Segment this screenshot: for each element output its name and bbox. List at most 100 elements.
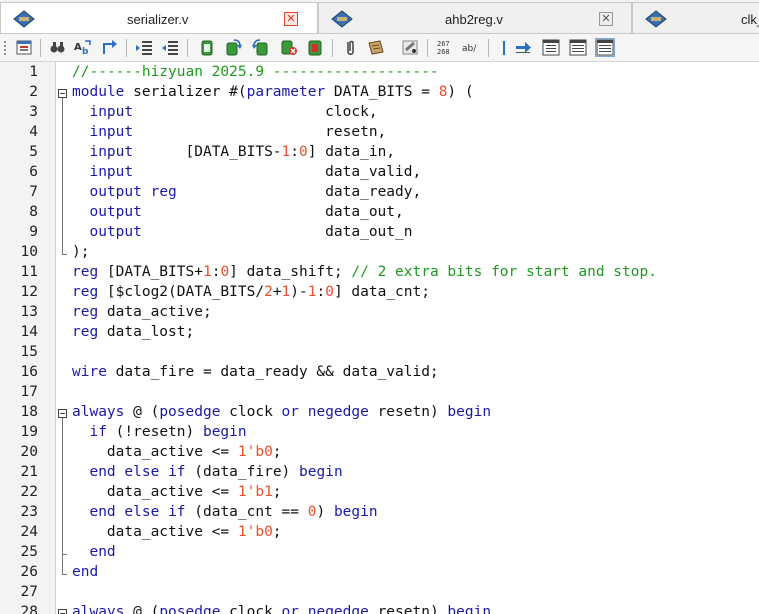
list-view-button[interactable] [568,38,588,57]
scroll-icon [368,40,384,55]
cut-button[interactable] [251,38,271,57]
arrow-right-button[interactable] [514,38,534,57]
code-editor[interactable]: 1 2 3 4 5 6 7 8 9 10 11 12 13 14 15 16 17 18 19 20 21 22 23 24 2… [0,62,759,614]
line-number: 19 [20,424,38,440]
delete-icon [281,40,297,55]
replace-button[interactable]: Ab [73,38,93,57]
code-token: 0 [299,144,308,160]
indent-button[interactable] [134,38,154,57]
code-token: + [272,284,282,300]
fold-toggle-icon[interactable] [58,89,67,98]
code-line[interactable]: reg [DATA_BITS+1:0] data_shift; // 2 ext… [72,264,657,280]
delete-button[interactable] [279,38,299,57]
code-line[interactable]: input [DATA_BITS-1:0] data_in, [72,144,395,160]
code-token: data_fire = data_ready && data_valid; [106,364,439,380]
line-number: 26 [20,564,38,580]
code-line[interactable]: end [72,564,98,580]
line-number: 2 [29,84,38,100]
code-token: reg [72,324,99,340]
code-line[interactable]: end [72,544,115,560]
svg-text:268: 268 [437,48,450,56]
fold-toggle-icon[interactable] [58,409,67,418]
code-token: ] data_in, [307,144,396,160]
find-icon [50,42,65,53]
code-line[interactable]: if (!resetn) begin [72,424,246,440]
code-line[interactable]: always @ (posedge clock or negedge reset… [72,404,491,420]
attach-button[interactable] [340,38,360,57]
hex-button[interactable]: 267 268 [435,38,455,57]
code-token: ] data_cnt; [333,284,430,300]
code-line[interactable]: end else if (data_fire) begin [72,464,343,480]
tab-serializer[interactable]: serializer.v ✕ [0,2,318,33]
new-file-button[interactable] [14,38,34,57]
code-line[interactable]: input data_valid, [72,164,421,180]
code-line[interactable]: reg data_active; [72,304,212,320]
fold-toggle-icon[interactable] [58,609,67,614]
line-number: 7 [29,184,38,200]
paste-button[interactable] [223,38,243,57]
line-button[interactable] [494,38,514,57]
code-token: clock [220,404,282,420]
code-token: data_active <= [72,484,238,500]
code-token: (data_cnt == [185,504,308,520]
clipboard-button[interactable] [305,38,325,57]
code-line[interactable]: data_active <= 1'b1; [72,484,282,500]
outdent-button[interactable] [160,38,180,57]
code-token: ); [72,244,90,260]
line-number: 21 [20,464,38,480]
code-line[interactable]: wire data_fire = data_ready && data_vali… [72,364,439,380]
split-view-button[interactable] [541,38,561,57]
code-line[interactable]: //------hizyuan 2025.9 -----------------… [72,64,439,80]
line-number: 18 [20,404,38,420]
scroll-button[interactable] [366,38,386,57]
code-line[interactable]: end else if (data_cnt == 0) begin [72,504,378,520]
tag-button[interactable] [400,38,420,57]
code-line[interactable]: input resetn, [72,124,386,140]
code-line[interactable]: data_active <= 1'b0; [72,444,282,460]
code-token: begin [299,464,343,480]
code-line[interactable]: reg data_lost; [72,324,194,340]
tab-clk[interactable]: clk_ [632,2,759,33]
code-token: or [281,404,299,420]
code-line[interactable]: module serializer #(parameter DATA_BITS … [72,84,474,100]
line-number: 20 [20,444,38,460]
line-number: 13 [20,304,38,320]
code-token: negedge [307,604,369,614]
find-button[interactable] [48,38,68,57]
line-number: 1 [29,64,38,80]
code-line[interactable]: reg [$clog2(DATA_BITS/2+1)-1:0] data_cnt… [72,284,430,300]
tag-icon [402,40,418,55]
code-token: begin [333,504,378,520]
wrap-view-button[interactable] [595,38,615,57]
code-line[interactable]: input clock, [72,104,377,120]
code-line[interactable]: data_active <= 1'b0; [72,524,282,540]
goto-button[interactable] [100,38,120,57]
code-line[interactable]: output data_out, [72,204,403,220]
tab-ahb2reg[interactable]: ahb2reg.v ✕ [318,2,632,33]
copy-button[interactable] [197,38,217,57]
ab-icon: ab/ [462,44,477,54]
line-number: 8 [29,204,38,220]
code-token: @ ( [124,604,160,614]
toolbar-grip[interactable] [3,40,7,56]
code-token: clock [220,604,282,614]
close-icon[interactable]: ✕ [284,12,298,26]
code-line[interactable]: output reg data_ready, [72,184,421,200]
code-line[interactable]: ); [72,244,89,260]
code-token: ; [272,444,282,460]
code-line[interactable]: output data_out_n [72,224,412,240]
ab-button[interactable]: ab/ [461,38,481,57]
hex-icon: 267 268 [437,40,450,56]
code-token: end [72,564,99,580]
line-number: 12 [20,284,38,300]
code-token: 1'b1 [237,484,273,500]
code-token: 0 [325,284,334,300]
code-line[interactable]: always @ (posedge clock or negedge reset… [72,604,491,614]
close-icon[interactable]: ✕ [599,12,613,26]
code-token: module [72,84,125,100]
